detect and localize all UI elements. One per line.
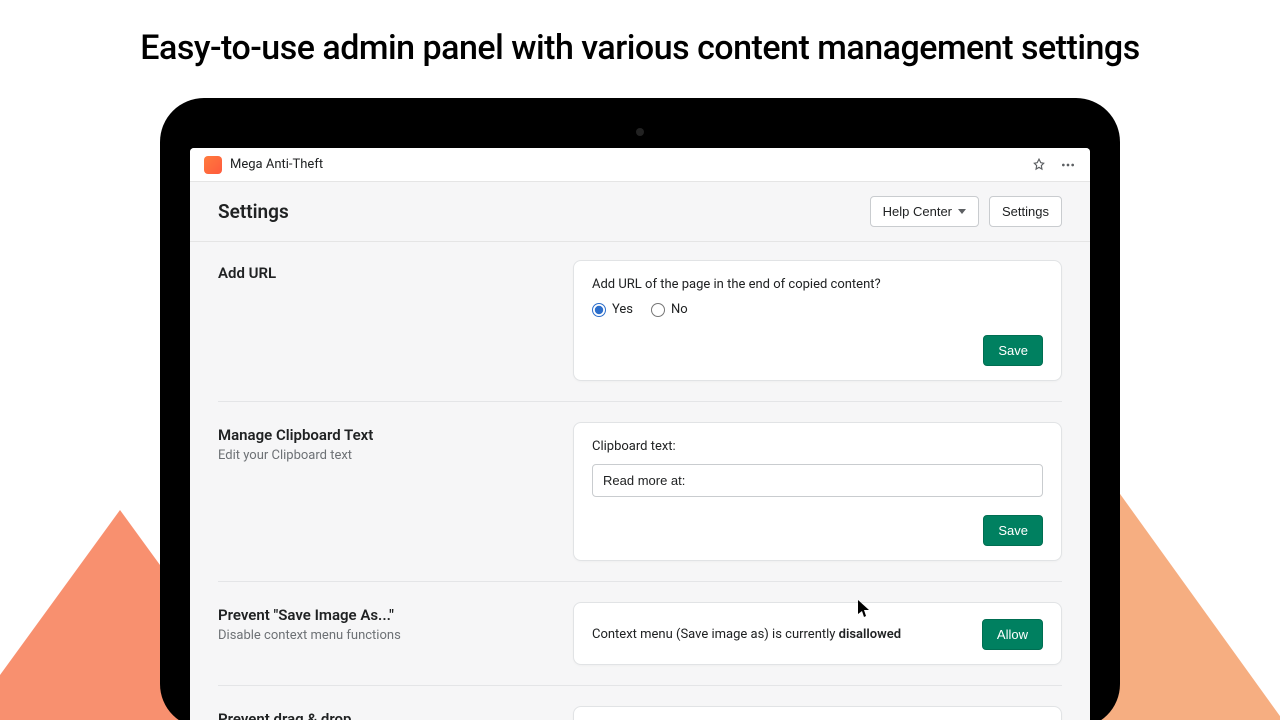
save-image-status: Context menu (Save image as) is currentl… [592,627,901,642]
radio-yes-label: Yes [612,302,633,317]
radio-no-input[interactable] [651,303,665,317]
section-subtitle: Disable context menu functions [218,628,573,643]
section-title: Add URL [218,264,573,282]
status-value: disallowed [839,627,901,642]
page-title: Settings [218,200,289,223]
section-title: Prevent drag & drop [218,710,573,720]
settings-body: Add URL Add URL of the page in the end o… [190,242,1090,720]
app-name: Mega Anti-Theft [230,157,323,172]
section-clipboard: Manage Clipboard Text Edit your Clipboar… [218,422,1062,582]
section-title: Prevent "Save Image As..." [218,606,573,624]
help-center-button[interactable]: Help Center [870,196,979,227]
help-center-label: Help Center [883,204,952,219]
radio-no-label: No [671,302,688,317]
section-subtitle: Edit your Clipboard text [218,448,573,463]
radio-yes[interactable]: Yes [592,302,633,317]
section-drag-drop: Prevent drag & drop Disable drag & drop … [218,706,1062,720]
radio-no[interactable]: No [651,302,688,317]
settings-button[interactable]: Settings [989,196,1062,227]
section-title: Manage Clipboard Text [218,426,573,444]
card-drag-drop: Drag'n'drop is currently disallowed Allo… [573,706,1062,720]
section-save-image: Prevent "Save Image As..." Disable conte… [218,602,1062,686]
radio-yes-input[interactable] [592,303,606,317]
more-icon[interactable] [1060,157,1076,173]
pin-icon[interactable] [1032,158,1046,172]
hero-title: Easy-to-use admin panel with various con… [0,0,1280,68]
save-button[interactable]: Save [983,335,1043,366]
allow-button[interactable]: Allow [982,619,1043,650]
card-add-url: Add URL of the page in the end of copied… [573,260,1062,381]
chevron-down-icon [958,209,966,214]
clipboard-text-input[interactable] [592,464,1043,497]
laptop-frame: Mega Anti-Theft Settings Help Center Set… [160,98,1120,720]
status-prefix: Context menu (Save image as) is currentl… [592,627,839,642]
app-logo-icon [204,156,222,174]
app-screen: Mega Anti-Theft Settings Help Center Set… [190,148,1090,720]
app-bar: Mega Anti-Theft [190,148,1090,182]
section-add-url: Add URL Add URL of the page in the end o… [218,260,1062,402]
save-button[interactable]: Save [983,515,1043,546]
add-url-question: Add URL of the page in the end of copied… [592,277,1043,292]
card-clipboard: Clipboard text: Save [573,422,1062,561]
clipboard-field-label: Clipboard text: [592,439,1043,454]
page-header: Settings Help Center Settings [190,182,1090,242]
card-save-image: Context menu (Save image as) is currentl… [573,602,1062,665]
